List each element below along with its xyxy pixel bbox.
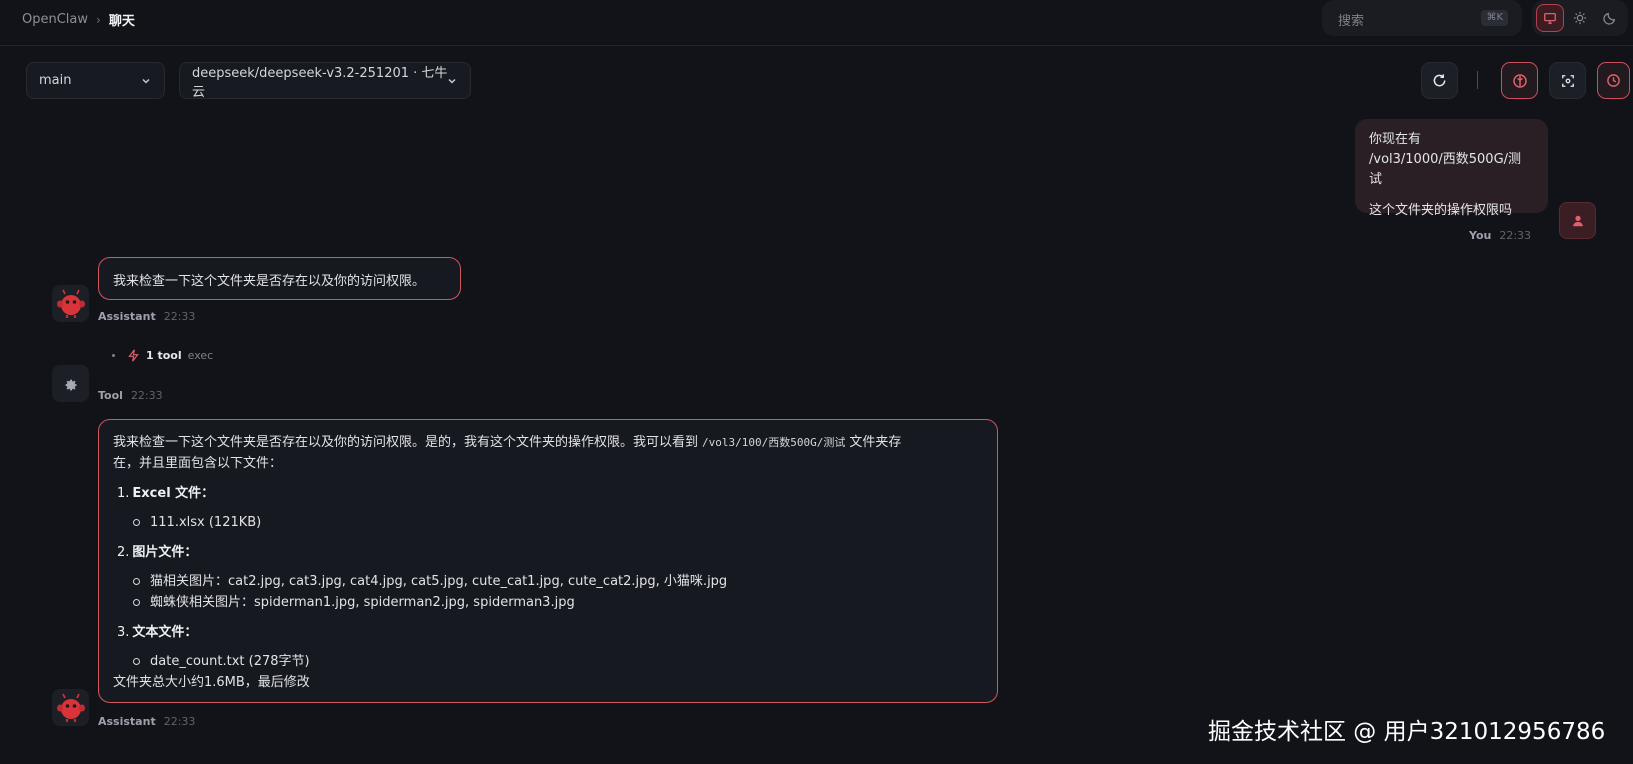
breadcrumb-current: 聊天 [108,14,135,29]
list-number: 2. [117,545,130,560]
tool-avatar [52,365,89,402]
summary-text: 文件夹总大小约1.6MB，最后修改 [113,675,310,690]
assistant-message-text: 我来检查一下这个文件夹是否存在以及你的访问权限。 [113,274,426,289]
theme-switcher [1532,0,1628,36]
session-select-value: main [39,73,72,88]
clock-icon [1607,74,1620,87]
list-number: 1. [117,486,130,501]
intro-text: 在，并且里面包含以下文件： [113,456,283,471]
monitor-icon[interactable] [1536,4,1564,32]
tool-count: 1 tool [146,349,182,362]
assistant-message-bubble: 我来检查一下这个文件夹是否存在以及你的访问权限。是的，我有这个文件夹的操作权限。… [98,419,998,703]
user-message-bubble: 你现在有 /vol3/1000/西数500G/测试 这个文件夹的操作权限吗 [1355,119,1548,218]
brain-icon [1512,73,1527,88]
focus-button[interactable] [1549,62,1586,99]
user-message-line: /vol3/1000/西数500G/测试 [1369,152,1522,187]
list-title: 文本文件： [132,625,198,640]
top-bar: OpenClaw › 聊天 搜索 ⌘K [0,0,1633,46]
user-message-meta: You 22:33 [1469,229,1531,242]
sub-item-text: 111.xlsx (121KB) [150,515,262,530]
gear-icon [65,379,77,391]
sub-list-item: date_count.txt (278字节) [113,651,983,672]
tool-call-summary[interactable]: 1 tool exec [112,349,213,362]
user-message-line: 你现在有 [1369,132,1422,147]
bullet-icon [133,519,140,526]
timestamp: 22:33 [130,389,163,402]
sub-list-item: 111.xlsx (121KB) [113,512,983,533]
bullet-icon [133,599,140,606]
chevron-down-icon [448,78,456,84]
list-title: 图片文件： [132,545,198,560]
watermark: 掘金技术社区 @ 用户321012956786 [1208,719,1606,745]
list-item: 2. 图片文件： [113,542,983,563]
intro-text: 我来检查一下这个文件夹是否存在以及你的访问权限。是的，我有这个文件夹的操作权限。… [113,435,699,450]
user-icon [1572,215,1583,226]
refresh-icon [1433,74,1446,87]
sub-item-text: 蜘蛛侠相关图片：spiderman1.jpg, spiderman2.jpg, … [150,595,575,610]
folder-path: /vol3/100/西数500G/测试 [702,436,846,449]
sub-item-text: 猫相关图片：cat2.jpg, cat3.jpg, cat4.jpg, cat5… [150,574,728,589]
list-title: Excel 文件： [132,486,215,501]
history-button[interactable] [1597,62,1630,99]
model-select[interactable]: deepseek/deepseek-v3.2-251201 · 七牛云 [179,62,471,100]
intro-text: 文件夹存 [849,435,902,450]
bullet-icon [133,658,140,665]
assistant-message-meta: Assistant 22:33 [98,715,195,728]
list-item: 1. Excel 文件： [113,483,983,504]
breadcrumb: OpenClaw › 聊天 [22,10,135,29]
sender-name: Tool [98,389,123,402]
model-select-value: deepseek/deepseek-v3.2-251201 · 七牛云 [192,65,448,100]
claw-mascot-icon [56,289,85,318]
sub-list-item: 蜘蛛侠相关图片：spiderman1.jpg, spiderman2.jpg, … [113,592,983,613]
focus-icon [1561,74,1574,87]
thinking-toggle-button[interactable] [1501,62,1538,99]
session-select[interactable]: main [26,62,165,99]
assistant-message-meta: Assistant 22:33 [98,310,195,323]
user-message-line: 这个文件夹的操作权限吗 [1369,203,1513,218]
search-placeholder: 搜索 [1338,14,1365,29]
list-item: 3. 文本文件： [113,622,983,643]
divider [1477,71,1478,89]
assistant-avatar [52,285,89,322]
timestamp: 22:33 [1499,229,1532,242]
intro-paragraph: 我来检查一下这个文件夹是否存在以及你的访问权限。是的，我有这个文件夹的操作权限。… [113,432,983,453]
timestamp: 22:33 [163,310,196,323]
timestamp: 22:33 [163,715,196,728]
bullet-dot [112,354,115,357]
sender-name: Assistant [98,715,156,728]
user-avatar [1559,202,1596,239]
lightning-icon [128,349,139,362]
assistant-avatar [52,689,89,726]
chevron-down-icon [142,78,150,84]
sender-name: You [1469,229,1492,242]
tool-name: exec [187,349,214,362]
sub-list-item: 猫相关图片：cat2.jpg, cat3.jpg, cat4.jpg, cat5… [113,571,983,592]
claw-mascot-icon [56,693,85,722]
tool-message-meta: Tool 22:33 [98,389,163,402]
breadcrumb-separator: › [96,12,101,27]
search-shortcut: ⌘K [1481,10,1508,26]
bullet-icon [133,578,140,585]
search-box[interactable]: 搜索 ⌘K [1322,0,1522,36]
moon-icon[interactable] [1596,4,1624,32]
breadcrumb-root[interactable]: OpenClaw [22,12,88,27]
sub-item-text: date_count.txt (278字节) [150,654,310,669]
assistant-message-bubble: 我来检查一下这个文件夹是否存在以及你的访问权限。 [98,257,461,300]
list-number: 3. [117,625,130,640]
sun-icon[interactable] [1566,4,1594,32]
sender-name: Assistant [98,310,156,323]
refresh-button[interactable] [1421,62,1458,99]
